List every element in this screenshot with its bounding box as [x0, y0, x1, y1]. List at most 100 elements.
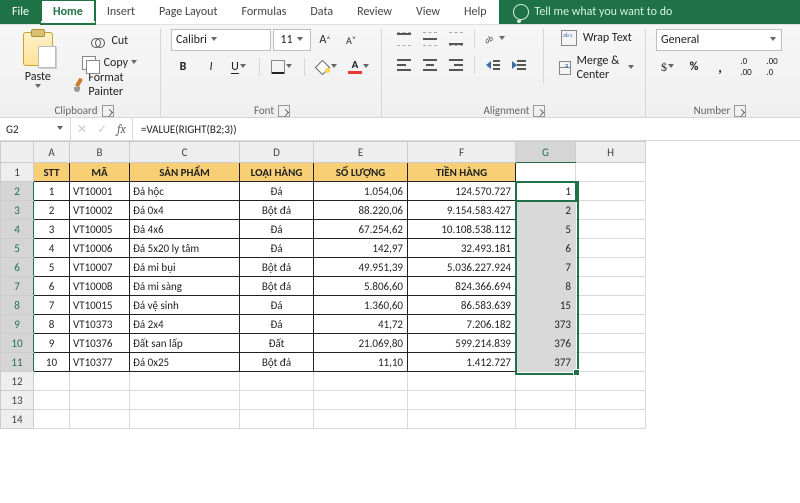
cell[interactable]: 41,72 [314, 315, 408, 334]
cell[interactable]: 376 [516, 334, 576, 353]
cell[interactable]: VT10008 [70, 277, 130, 296]
increase-font-button[interactable]: A˄ [313, 30, 337, 50]
cell[interactable]: 32.493.181 [408, 239, 516, 258]
cell[interactable]: Đá 5x20 ly tâm [130, 239, 240, 258]
cell[interactable]: 1 [34, 182, 70, 201]
col-header-d[interactable]: D [240, 142, 314, 163]
row-header[interactable]: 3 [1, 201, 34, 220]
cell[interactable] [130, 391, 240, 410]
cell[interactable]: Bột đá [240, 277, 314, 296]
cell[interactable]: Đá mi sàng [130, 277, 240, 296]
cell[interactable]: VT10377 [70, 353, 130, 372]
cell[interactable]: 86.583.639 [408, 296, 516, 315]
col-header-f[interactable]: F [408, 142, 516, 163]
tab-home[interactable]: Home [41, 0, 95, 24]
row-header[interactable]: 13 [1, 391, 34, 410]
cell[interactable] [130, 410, 240, 429]
cell[interactable]: Đất [240, 334, 314, 353]
cell[interactable]: STT [34, 163, 70, 182]
cell[interactable]: 8 [516, 277, 576, 296]
cell[interactable] [576, 163, 646, 182]
cell[interactable] [240, 391, 314, 410]
cell[interactable] [314, 410, 408, 429]
cell[interactable] [408, 391, 516, 410]
cell[interactable]: 8 [34, 315, 70, 334]
cell[interactable]: LOẠI HÀNG [240, 163, 314, 182]
cell[interactable]: 10 [34, 353, 70, 372]
tab-file[interactable]: File [0, 0, 41, 24]
cell[interactable] [576, 182, 646, 201]
cell[interactable]: 1.412.727 [408, 353, 516, 372]
fill-color-button[interactable] [313, 57, 341, 77]
cell[interactable]: Đá 0x4 [130, 201, 240, 220]
cell[interactable] [516, 410, 576, 429]
cell[interactable] [34, 372, 70, 391]
cell[interactable] [576, 277, 646, 296]
insert-function-button[interactable]: fx [117, 122, 126, 136]
cell[interactable]: 6 [516, 239, 576, 258]
cell[interactable]: 1 [516, 182, 576, 201]
underline-button[interactable]: U [227, 57, 251, 77]
row-header[interactable]: 6 [1, 258, 34, 277]
spreadsheet-grid[interactable]: A B C D E F G H 1 STT MÃ SẢN PHẨM LOẠI H… [0, 141, 800, 503]
cell[interactable]: Đá [240, 239, 314, 258]
row-header[interactable]: 8 [1, 296, 34, 315]
cell[interactable]: Bột đá [240, 258, 314, 277]
cell[interactable] [314, 372, 408, 391]
cell[interactable] [576, 353, 646, 372]
cell[interactable]: 15 [516, 296, 576, 315]
cell[interactable]: Đá 0x25 [130, 353, 240, 372]
borders-button[interactable] [268, 57, 296, 77]
cell[interactable]: Đá [240, 182, 314, 201]
tab-formulas[interactable]: Formulas [229, 0, 298, 24]
align-center-button[interactable] [418, 55, 442, 75]
col-header-b[interactable]: B [70, 142, 130, 163]
name-box[interactable]: G2 [0, 118, 71, 140]
cell[interactable]: Đá [240, 220, 314, 239]
cell[interactable]: 49.951,39 [314, 258, 408, 277]
tell-me[interactable]: Tell me what you want to do [499, 0, 687, 24]
cell[interactable]: 599.214.839 [408, 334, 516, 353]
cell[interactable]: VT10015 [70, 296, 130, 315]
tab-help[interactable]: Help [452, 0, 499, 24]
cell[interactable]: Đá vệ sinh [130, 296, 240, 315]
cell[interactable]: 9 [34, 334, 70, 353]
cell[interactable]: Bột đá [240, 353, 314, 372]
cell[interactable]: SẢN PHẨM [130, 163, 240, 182]
cell[interactable]: Đá hộc [130, 182, 240, 201]
comma-format-button[interactable]: , [708, 57, 732, 77]
italic-button[interactable]: I [199, 57, 223, 77]
cell[interactable]: 5.036.227.924 [408, 258, 516, 277]
row-header[interactable]: 12 [1, 372, 34, 391]
dialog-launcher[interactable] [278, 105, 290, 117]
cell[interactable] [576, 239, 646, 258]
cell[interactable]: VT10006 [70, 239, 130, 258]
cell[interactable]: 2 [516, 201, 576, 220]
cell[interactable] [130, 372, 240, 391]
tab-data[interactable]: Data [298, 0, 345, 24]
col-header-h[interactable]: H [576, 142, 646, 163]
cell[interactable]: Bột đá [240, 201, 314, 220]
enter-formula-button[interactable]: ✓ [97, 122, 107, 137]
cell[interactable]: Đất san lấp [130, 334, 240, 353]
cell[interactable]: 11,10 [314, 353, 408, 372]
cell[interactable]: 7.206.182 [408, 315, 516, 334]
tab-view[interactable]: View [404, 0, 452, 24]
cell[interactable]: Đá [240, 315, 314, 334]
align-bottom-button[interactable] [444, 29, 468, 49]
decrease-font-button[interactable]: A˅ [339, 30, 363, 50]
orientation-button[interactable] [481, 29, 509, 49]
row-header[interactable]: 4 [1, 220, 34, 239]
cell[interactable]: 6 [34, 277, 70, 296]
cell[interactable] [70, 372, 130, 391]
cell[interactable]: Đá 2x4 [130, 315, 240, 334]
row-header[interactable]: 14 [1, 410, 34, 429]
col-header-a[interactable]: A [34, 142, 70, 163]
dialog-launcher[interactable] [102, 105, 114, 117]
cell[interactable] [516, 163, 576, 182]
cancel-formula-button[interactable]: ✕ [77, 122, 87, 137]
row-header[interactable]: 11 [1, 353, 34, 372]
cell[interactable]: 5 [516, 220, 576, 239]
align-right-button[interactable] [444, 55, 468, 75]
cell[interactable]: 4 [34, 239, 70, 258]
